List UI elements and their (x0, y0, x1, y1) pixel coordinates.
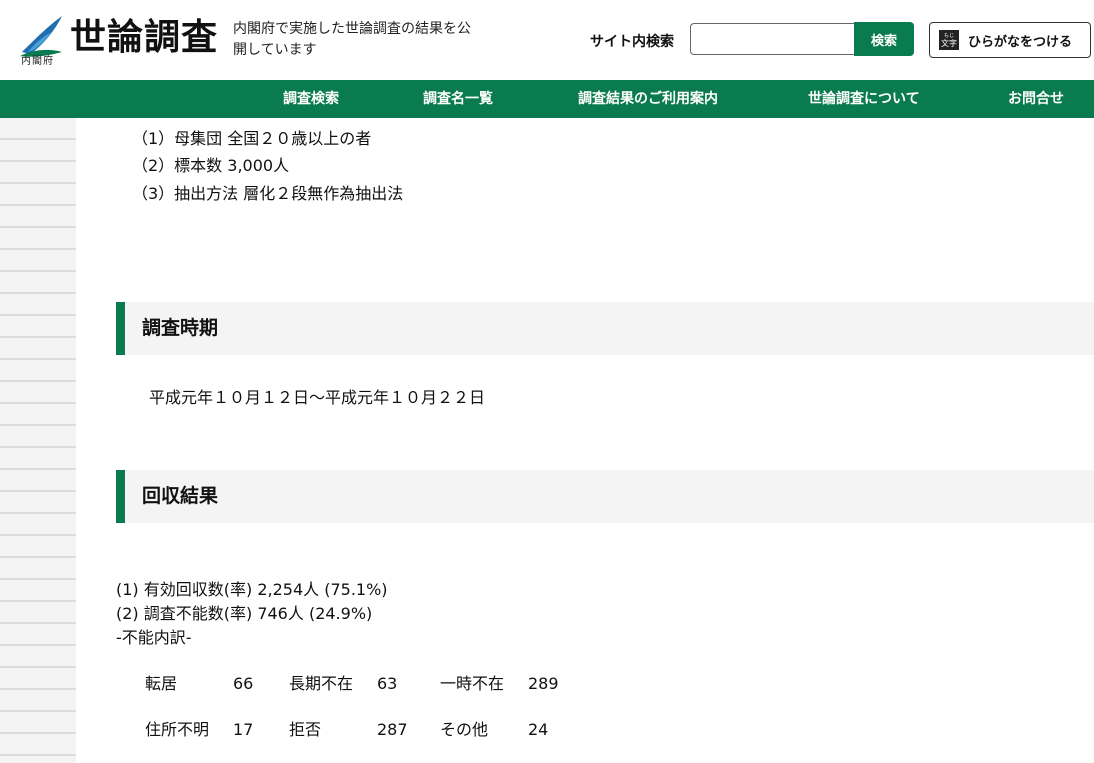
period-text: 平成元年１０月１２日～平成元年１０月２２日 (149, 388, 486, 407)
breakdown-label: 転居 (145, 674, 178, 693)
breakdown-label: 拒否 (289, 720, 322, 739)
site-header: 内閣府 世論調査 内閣府で実施した世論調査の結果を公開しています サイト内検索 … (0, 0, 1094, 80)
nav-item-search[interactable]: 調査検索 (283, 80, 339, 118)
section-accent-bar (116, 302, 125, 355)
sampling-method: （3）抽出方法 層化２段無作為抽出法 (132, 184, 404, 203)
breakdown-value: 17 (233, 720, 254, 739)
section-title: 調査時期 (142, 317, 219, 339)
nav-item-usage-guide[interactable]: 調査結果のご利用案内 (578, 80, 718, 118)
nav-item-survey-list[interactable]: 調査名一覧 (423, 80, 493, 118)
breakdown-label: 一時不在 (440, 674, 505, 693)
furigana-button-label: ひらがなをつける (968, 34, 1073, 50)
nav-item-contact[interactable]: お問合せ (1008, 80, 1064, 118)
search-button[interactable]: 検索 (854, 22, 914, 56)
nav-item-about[interactable]: 世論調査について (808, 80, 920, 118)
breakdown-label: その他 (440, 720, 489, 739)
breakdown-label: 住所不明 (145, 720, 210, 739)
breakdown-value: 63 (377, 674, 398, 693)
section-heading-collection: 回収結果 (116, 470, 1094, 523)
section-heading-period: 調査時期 (116, 302, 1094, 355)
site-tagline: 内閣府で実施した世論調査の結果を公開しています (233, 21, 471, 58)
left-sidebar-stripes (0, 118, 76, 763)
breakdown-heading: -不能内訳- (116, 628, 192, 647)
breakdown-value: 289 (528, 674, 559, 693)
search-input[interactable] (690, 23, 854, 55)
collection-invalid: (2) 調査不能数(率) 746人 (24.9%) (116, 604, 373, 623)
breakdown-value: 66 (233, 674, 254, 693)
main-nav: 調査検索 調査名一覧 調査結果のご利用案内 世論調査について お問合せ (0, 80, 1094, 118)
breakdown-value: 24 (528, 720, 549, 739)
section-title: 回収結果 (142, 485, 219, 507)
site-title[interactable]: 世論調査 (70, 16, 218, 60)
section-accent-bar (116, 470, 125, 523)
breakdown-value: 287 (377, 720, 408, 739)
breakdown-label: 長期不在 (289, 674, 354, 693)
sampling-population: （1）母集団 全国２０歳以上の者 (132, 129, 372, 148)
collection-valid: (1) 有効回収数(率) 2,254人 (75.1%) (116, 580, 388, 599)
furigana-icon: もじ 文字 (939, 30, 959, 50)
furigana-icon-text: 文字 (941, 38, 957, 48)
logo-subtitle: 内閣府 (21, 56, 54, 67)
furigana-button[interactable]: もじ 文字 ひらがなをつける (929, 22, 1091, 58)
search-label: サイト内検索 (590, 34, 674, 50)
sampling-size: （2）標本数 3,000人 (132, 156, 290, 175)
